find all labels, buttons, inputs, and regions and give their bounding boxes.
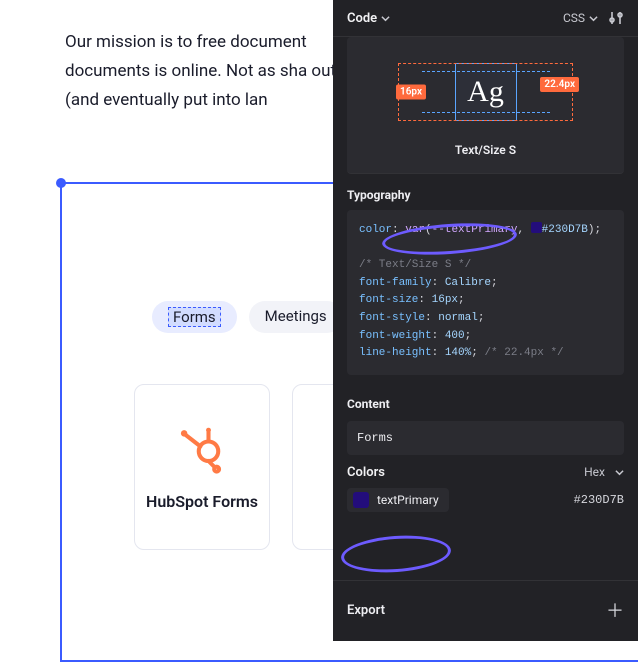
- color-swatch-icon: [531, 222, 542, 233]
- code-tab-label: Code: [347, 11, 377, 26]
- color-format-dropdown[interactable]: Hex: [584, 465, 624, 479]
- css-code-block[interactable]: color: var(--textPrimary, #230D7B); /* T…: [347, 210, 624, 375]
- text-preview-box: 16px 22.4px Ag Text/Size S: [347, 37, 624, 174]
- color-format-label: Hex: [584, 465, 605, 479]
- settings-icon[interactable]: [608, 10, 624, 26]
- content-value[interactable]: Forms: [347, 421, 624, 455]
- tag-meetings-label: Meetings: [265, 307, 327, 325]
- card-hubspot-label: HubSpot Forms: [146, 492, 258, 513]
- tag-row: Forms Meetings: [152, 301, 343, 333]
- dim-left-badge: 16px: [396, 85, 426, 100]
- add-export-button[interactable]: ＋: [606, 597, 624, 623]
- chevron-down-icon: [615, 468, 624, 477]
- tag-forms-label: Forms: [168, 307, 221, 327]
- color-chip[interactable]: textPrimary: [347, 488, 449, 512]
- dim-right-badge: 22.4px: [540, 77, 579, 92]
- colors-header: Colors Hex: [333, 455, 638, 482]
- typography-title: Typography: [333, 174, 638, 208]
- lang-dropdown[interactable]: CSS: [563, 11, 598, 25]
- mission-paragraph: Our mission is to free document document…: [65, 28, 365, 115]
- lang-label: CSS: [563, 11, 585, 25]
- card-hubspot[interactable]: HubSpot Forms: [134, 384, 270, 550]
- colors-title: Colors: [347, 465, 385, 480]
- export-title: Export: [347, 603, 385, 618]
- color-swatch-icon: [353, 492, 369, 508]
- export-section: Export ＋: [333, 580, 638, 641]
- code-tab[interactable]: Code: [347, 11, 390, 26]
- tag-meetings[interactable]: Meetings: [249, 301, 343, 333]
- content-title: Content: [333, 383, 638, 417]
- color-row: textPrimary #230D7B: [347, 488, 624, 512]
- chevron-down-icon: [589, 14, 598, 23]
- color-hex-value[interactable]: #230D7B: [574, 493, 624, 507]
- inspector-header: Code CSS: [333, 0, 638, 37]
- chevron-down-icon: [381, 14, 390, 23]
- color-name: textPrimary: [377, 493, 439, 507]
- tag-forms[interactable]: Forms: [152, 301, 237, 333]
- inspector-panel: Code CSS 16px 22.4px Ag: [333, 0, 638, 641]
- hubspot-icon: [176, 422, 228, 474]
- preview-caption: Text/Size S: [455, 143, 516, 157]
